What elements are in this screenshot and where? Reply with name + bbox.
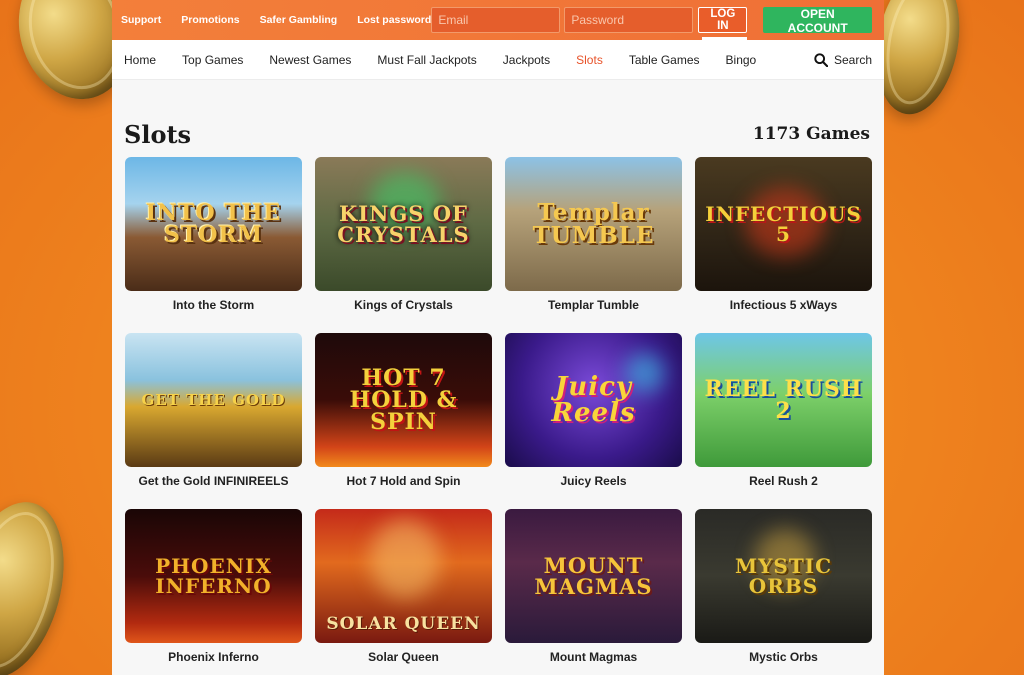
game-title[interactable]: Phoenix Inferno — [125, 650, 302, 664]
search-button[interactable]: Search — [814, 53, 872, 67]
page-heading: Slots 1173 Games — [112, 80, 884, 160]
game-card-juicy-reels[interactable]: Juicy Reels Juicy Reels — [505, 333, 682, 509]
game-logo: INTO THE STORM — [145, 200, 282, 248]
game-card-mystic-orbs[interactable]: MYSTIC ORBS Mystic Orbs — [695, 509, 872, 675]
nav-home[interactable]: Home — [124, 53, 156, 67]
game-logo: PHOENIX INFERNO — [155, 554, 272, 598]
game-card-kings-of-crystals[interactable]: KINGS OF CRYSTALS Kings of Crystals — [315, 157, 492, 333]
game-logo: INFECTIOUS 5 — [705, 202, 862, 246]
game-logo: MYSTIC ORBS — [734, 554, 832, 598]
nav-slots[interactable]: Slots — [576, 53, 603, 67]
game-thumbnail[interactable]: SOLAR QUEEN — [315, 509, 492, 643]
game-thumbnail[interactable]: Templar TUMBLE — [505, 157, 682, 291]
top-bar: Support Promotions Safer Gambling Lost p… — [112, 0, 884, 40]
login-area: LOG IN OPEN ACCOUNT — [431, 7, 872, 35]
game-title[interactable]: Mystic Orbs — [695, 650, 872, 664]
top-links: Support Promotions Safer Gambling Lost p… — [121, 14, 431, 26]
game-thumbnail[interactable]: REEL RUSH 2 — [695, 333, 872, 467]
game-card-solar-queen[interactable]: SOLAR QUEEN Solar Queen — [315, 509, 492, 675]
search-label: Search — [833, 52, 872, 67]
game-title[interactable]: Infectious 5 xWays — [695, 298, 872, 312]
support-link[interactable]: Support — [121, 14, 161, 26]
game-logo: Templar TUMBLE — [532, 199, 655, 249]
search-icon — [814, 52, 828, 67]
nav-must-fall-jackpots[interactable]: Must Fall Jackpots — [377, 53, 476, 67]
games-grid: INTO THE STORM Into the Storm KINGS OF C… — [125, 157, 872, 675]
queen-glow — [370, 519, 440, 599]
game-card-get-the-gold[interactable]: GET THE GOLD Get the Gold INFINIREELS — [125, 333, 302, 509]
promotions-link[interactable]: Promotions — [181, 14, 239, 26]
game-logo: KINGS OF CRYSTALS — [337, 201, 470, 247]
game-card-hot-7[interactable]: HOT 7 HOLD & SPIN Hot 7 Hold and Spin — [315, 333, 492, 509]
game-logo: GET THE GOLD — [141, 390, 286, 409]
game-thumbnail[interactable]: MOUNT MAGMAS — [505, 509, 682, 643]
open-account-button[interactable]: OPEN ACCOUNT — [763, 7, 872, 35]
game-card-infectious-5[interactable]: INFECTIOUS 5 Infectious 5 xWays — [695, 157, 872, 333]
game-title[interactable]: Hot 7 Hold and Spin — [315, 474, 492, 488]
game-title[interactable]: Reel Rush 2 — [695, 474, 872, 488]
game-logo: SOLAR QUEEN — [326, 614, 481, 634]
game-logo: HOT 7 HOLD & SPIN — [349, 365, 458, 435]
game-thumbnail[interactable]: INFECTIOUS 5 — [695, 157, 872, 291]
nav-bingo[interactable]: Bingo — [726, 53, 757, 67]
password-field[interactable] — [564, 7, 694, 33]
page-container: Support Promotions Safer Gambling Lost p… — [112, 0, 884, 675]
email-field[interactable] — [431, 7, 561, 33]
game-title[interactable]: Mount Magmas — [505, 650, 682, 664]
game-card-into-the-storm[interactable]: INTO THE STORM Into the Storm — [125, 157, 302, 333]
game-title[interactable]: Kings of Crystals — [315, 298, 492, 312]
game-title[interactable]: Templar Tumble — [505, 298, 682, 312]
game-card-phoenix-inferno[interactable]: PHOENIX INFERNO Phoenix Inferno — [125, 509, 302, 675]
game-logo: Juicy Reels — [551, 372, 636, 428]
game-thumbnail[interactable]: GET THE GOLD — [125, 333, 302, 467]
game-title[interactable]: Into the Storm — [125, 298, 302, 312]
game-thumbnail[interactable]: INTO THE STORM — [125, 157, 302, 291]
nav-top-games[interactable]: Top Games — [182, 53, 243, 67]
game-card-mount-magmas[interactable]: MOUNT MAGMAS Mount Magmas — [505, 509, 682, 675]
game-thumbnail[interactable]: KINGS OF CRYSTALS — [315, 157, 492, 291]
game-thumbnail[interactable]: MYSTIC ORBS — [695, 509, 872, 643]
safer-gambling-link[interactable]: Safer Gambling — [260, 14, 338, 26]
nav-newest-games[interactable]: Newest Games — [269, 53, 351, 67]
game-card-templar-tumble[interactable]: Templar TUMBLE Templar Tumble — [505, 157, 682, 333]
nav-table-games[interactable]: Table Games — [629, 53, 700, 67]
game-logo: MOUNT MAGMAS — [534, 553, 653, 599]
lost-password-link[interactable]: Lost password — [357, 14, 431, 26]
login-button[interactable]: LOG IN — [698, 7, 748, 33]
game-title[interactable]: Get the Gold INFINIREELS — [125, 474, 302, 488]
main-nav: Home Top Games Newest Games Must Fall Ja… — [112, 40, 884, 80]
nav-jackpots[interactable]: Jackpots — [503, 53, 550, 67]
game-card-reel-rush-2[interactable]: REEL RUSH 2 Reel Rush 2 — [695, 333, 872, 509]
game-thumbnail[interactable]: HOT 7 HOLD & SPIN — [315, 333, 492, 467]
page-title: Slots — [124, 119, 192, 149]
game-thumbnail[interactable]: PHOENIX INFERNO — [125, 509, 302, 643]
game-title[interactable]: Solar Queen — [315, 650, 492, 664]
game-logo: REEL RUSH 2 — [704, 376, 863, 424]
game-title[interactable]: Juicy Reels — [505, 474, 682, 488]
game-thumbnail[interactable]: Juicy Reels — [505, 333, 682, 467]
decorative-coin — [0, 490, 82, 675]
login-underline — [702, 37, 747, 40]
game-count: 1173 Games — [752, 124, 870, 144]
